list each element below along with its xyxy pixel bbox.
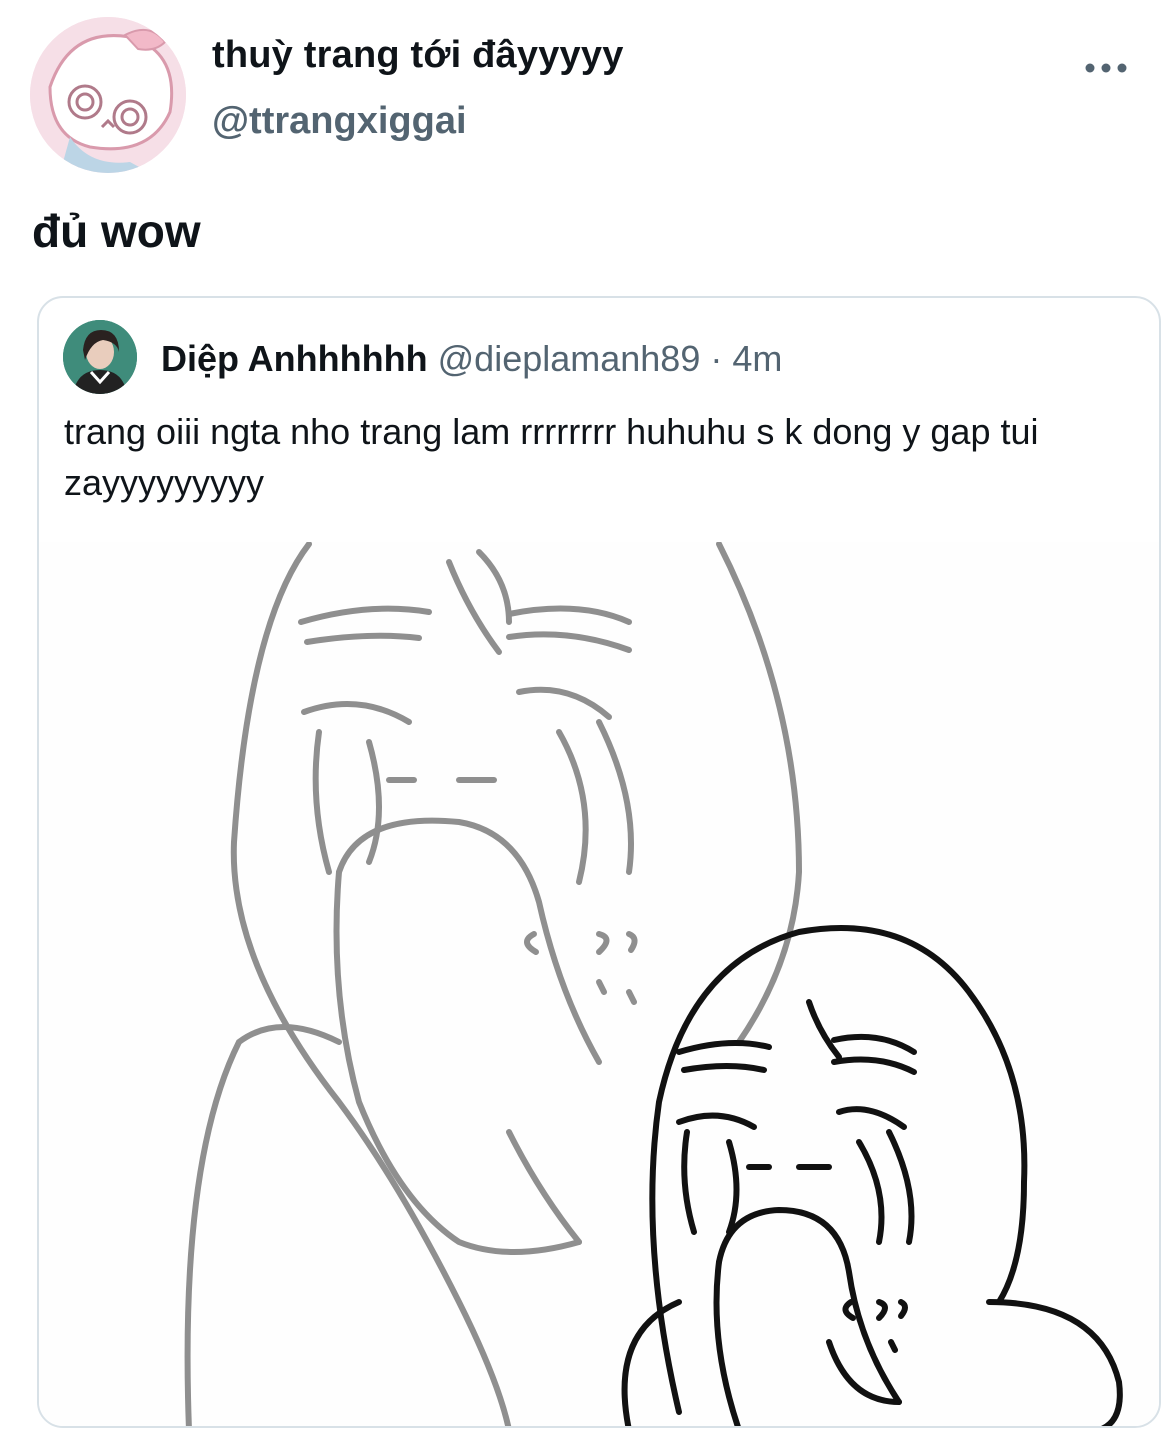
- avatar-image: [30, 17, 186, 173]
- author-display-name[interactable]: thuỳ trang tới đâyyyyy: [212, 34, 624, 77]
- quoted-avatar-image: [63, 320, 137, 394]
- quoted-display-name[interactable]: Diệp Anhhhhhh: [161, 338, 428, 379]
- quoted-timestamp[interactable]: 4m: [732, 338, 782, 379]
- separator-dot: ·: [710, 338, 723, 379]
- quoted-author-avatar[interactable]: [63, 320, 137, 394]
- quoted-header: Diệp Anhhhhhh @dieplamanh89 · 4m: [161, 338, 782, 380]
- quoted-handle[interactable]: @dieplamanh89: [438, 338, 701, 379]
- quoted-tweet-card[interactable]: Diệp Anhhhhhh @dieplamanh89 · 4m trang o…: [37, 296, 1161, 1428]
- more-options-button[interactable]: [1080, 48, 1132, 88]
- author-handle[interactable]: @ttrangxiggai: [212, 100, 467, 143]
- quoted-tweet-text: trang oiii ngta nho trang lam rrrrrrrr h…: [64, 411, 1039, 503]
- more-horizontal-icon: [1085, 63, 1127, 73]
- quoted-tweet-image[interactable]: [39, 541, 1159, 1426]
- author-avatar[interactable]: [30, 17, 186, 173]
- tweet-text: đủ wow: [32, 205, 201, 257]
- crying-meme-drawing: [184, 541, 1123, 1426]
